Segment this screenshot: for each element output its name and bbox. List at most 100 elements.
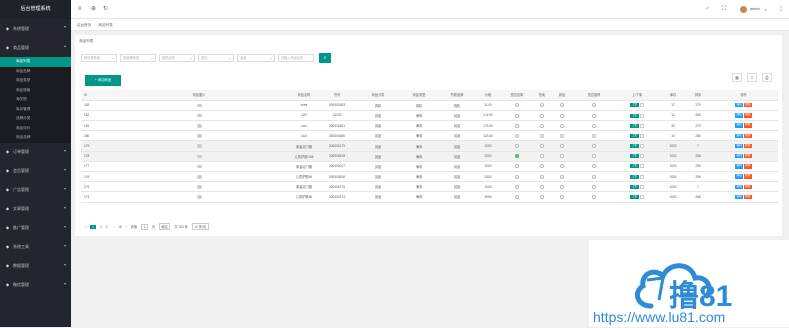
per-page-select[interactable]: 10 条/页 (191, 223, 209, 230)
edit-button[interactable]: 编辑 (735, 194, 744, 200)
cell-new[interactable] (551, 100, 573, 111)
table-row[interactable]: 177 泰金北门钢 000000017 另品 海淘 另品 2000 上架 1000 256 编辑 删… (81, 161, 778, 173)
free-shipping-radio[interactable] (515, 164, 519, 169)
hot-radio[interactable] (540, 174, 544, 179)
column-header[interactable]: 上/下架 (615, 90, 659, 101)
sidebar-item-4[interactable]: ◆ 广告管理 (0, 181, 71, 200)
cell-hot[interactable] (533, 171, 551, 183)
cell-recommend[interactable] (573, 151, 615, 162)
new-radio[interactable] (560, 144, 564, 149)
new-radio[interactable] (560, 103, 564, 108)
column-header[interactable]: 新品 (551, 90, 573, 101)
new-radio[interactable] (560, 113, 564, 118)
cell-new[interactable] (551, 171, 573, 183)
cell-free-shipping[interactable] (501, 130, 533, 142)
cell-recommend[interactable] (573, 120, 615, 132)
delete-button[interactable]: 删除 (743, 164, 752, 169)
print-icon[interactable]: ⎙ (762, 73, 772, 82)
column-header[interactable]: 价格 (475, 90, 501, 101)
menu-toggle-icon[interactable]: ≡ (78, 5, 82, 13)
hot-radio[interactable] (540, 144, 544, 149)
sidebar-item-5[interactable]: ◆ 文章管理 (0, 200, 71, 219)
submenu-item[interactable]: 商品品牌 (0, 133, 71, 143)
prev-icon[interactable]: ‹ (85, 225, 86, 229)
cell-new[interactable] (551, 161, 573, 173)
submenu-item[interactable]: 海关税 (0, 95, 71, 105)
hot-radio[interactable] (540, 133, 544, 138)
cell-onsale[interactable]: 上架 (615, 181, 659, 193)
check-icon[interactable] (640, 123, 644, 128)
hot-radio[interactable] (540, 123, 544, 128)
category-filter[interactable]: 按分类筛选 (81, 54, 117, 62)
recommend-radio[interactable] (592, 164, 596, 169)
delete-button[interactable]: 删除 (743, 174, 752, 179)
delete-button[interactable]: 删除 (743, 184, 752, 189)
delete-button[interactable]: 删除 (743, 123, 752, 128)
cell-onsale[interactable]: 上架 (615, 120, 659, 132)
onsale-switch[interactable]: 上架 (630, 174, 639, 179)
recommend-radio[interactable] (592, 113, 596, 118)
check-icon[interactable] (640, 184, 644, 189)
sidebar-item-7[interactable]: ◆ 系统工具 (0, 238, 71, 257)
onsale-switch[interactable]: 上架 (630, 144, 639, 149)
cell-recommend[interactable] (573, 100, 615, 111)
submenu-item[interactable]: 商品评价 (0, 124, 71, 134)
onsale-switch[interactable]: 上架 (630, 133, 639, 138)
onsale-switch[interactable]: 上架 (630, 123, 639, 128)
table-row[interactable]: 181 cccl 000000181 另品 海淘 另品 173.00 上架 30 270 编辑 删除 (81, 120, 778, 132)
more-icon[interactable]: ⋮ (778, 5, 784, 13)
check-icon[interactable] (640, 174, 644, 179)
hot-radio[interactable] (540, 103, 544, 108)
onsale-switch[interactable]: 上架 (630, 113, 639, 118)
recommend-radio[interactable] (592, 154, 596, 159)
sidebar-item-9[interactable]: ◆ 微信管理 (0, 276, 71, 295)
sidebar-item-1[interactable]: ◆ 商品管理 (0, 38, 71, 57)
sidebar-item-0[interactable]: ◆ 系统管理 (0, 19, 71, 38)
column-header[interactable]: 所属品牌 (439, 90, 475, 101)
cell-new[interactable] (551, 120, 573, 132)
new-radio[interactable] (560, 164, 564, 169)
status-filter[interactable]: 是否 (198, 54, 234, 62)
check-icon[interactable] (640, 154, 644, 159)
submenu-item[interactable]: 商品品牌 (0, 67, 71, 77)
cell-free-shipping[interactable] (501, 181, 533, 193)
submenu-item[interactable]: 商品列表 (0, 57, 71, 67)
table-row[interactable]: 182 123 12233 另品 海淘 另品 2.4/.00 上架 12 266 编辑 删除 (81, 110, 778, 122)
hot-radio[interactable] (540, 164, 544, 169)
sidebar-item-8[interactable]: ◆ 数据管理 (0, 257, 71, 276)
brand-filter[interactable]: 按品牌筛选 (120, 54, 156, 62)
page-1[interactable]: 1 (90, 224, 96, 229)
table-row[interactable]: 179 泰金北门钢 000000179 另品 海淘 另品 1000 上架 1000 7 编辑 删除 (81, 140, 778, 152)
free-shipping-radio[interactable] (515, 133, 519, 138)
column-header[interactable]: 热卖 (533, 90, 551, 101)
free-shipping-radio[interactable] (515, 144, 519, 149)
delete-button[interactable]: 删除 (743, 103, 752, 108)
cell-onsale[interactable]: 上架 (615, 151, 659, 162)
cell-hot[interactable] (533, 161, 551, 173)
avatar[interactable] (740, 6, 747, 13)
delete-button[interactable]: 删除 (743, 154, 752, 159)
cell-onsale[interactable]: 上架 (615, 110, 659, 122)
cell-new[interactable] (551, 191, 573, 203)
edit-button[interactable]: 编辑 (735, 154, 744, 159)
hot-radio[interactable] (540, 154, 544, 159)
search-input[interactable]: 请输入商品名称 (278, 54, 314, 62)
recommend-radio[interactable] (592, 184, 596, 189)
table-row[interactable]: 180 ccd 000000180 另品 海淘 另品 123.00 上架 10 256 编辑 删除 (81, 130, 778, 142)
cell-new[interactable] (551, 151, 573, 162)
home-icon[interactable]: ⊕ (91, 5, 96, 13)
type-filter[interactable]: 全部 (237, 54, 275, 62)
cell-onsale[interactable]: 上架 (615, 161, 659, 173)
table-row[interactable]: 183 ceee 000000183 真机 真机 真机 11.00 上架 17 270 编辑 删除 (81, 100, 778, 111)
free-shipping-radio[interactable] (515, 184, 519, 189)
column-header[interactable]: 商品名称 (291, 90, 317, 101)
search-button[interactable]: ⌕ (319, 53, 331, 63)
fullscreen-icon[interactable]: ⛶ (722, 5, 726, 13)
free-shipping-radio[interactable] (515, 123, 519, 128)
cell-hot[interactable] (533, 140, 551, 152)
hot-radio[interactable] (540, 195, 544, 200)
cell-onsale[interactable]: 上架 (615, 100, 659, 111)
submenu-item[interactable]: 商品类型 (0, 76, 71, 86)
column-header[interactable]: 商品类型 (399, 90, 439, 101)
free-shipping-radio[interactable] (515, 174, 519, 179)
